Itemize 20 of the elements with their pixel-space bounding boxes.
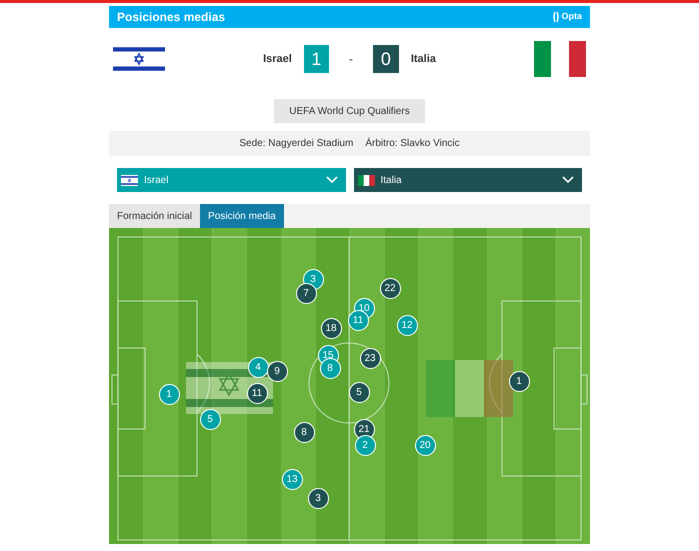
home-flag xyxy=(113,44,165,74)
widget-title: Posiciones medias xyxy=(117,9,226,26)
flag-icon xyxy=(121,174,138,186)
brand-name: Opta xyxy=(561,10,582,24)
chevron-down-icon xyxy=(326,176,338,184)
competition-label: UEFA World Cup Qualifiers xyxy=(274,99,425,123)
team-select[interactable]: Italia xyxy=(354,168,582,192)
venue-text: Sede: Nagyerdei Stadium xyxy=(239,137,354,151)
tab[interactable]: Formación inicial xyxy=(109,204,200,228)
flag-icon xyxy=(358,174,374,186)
referee-text: Árbitro: Slavko Vincic xyxy=(365,136,460,151)
away-team-name: Italia xyxy=(410,52,436,67)
brand-logo-icon xyxy=(553,11,560,23)
chevron-down-icon xyxy=(562,176,574,184)
tab[interactable]: Posición media xyxy=(200,204,284,228)
away-flag xyxy=(534,41,586,77)
score-separator: - xyxy=(348,51,353,68)
home-score: 1 xyxy=(304,45,329,73)
home-team-name: Israel xyxy=(263,52,292,67)
away-score: 0 xyxy=(372,45,399,73)
